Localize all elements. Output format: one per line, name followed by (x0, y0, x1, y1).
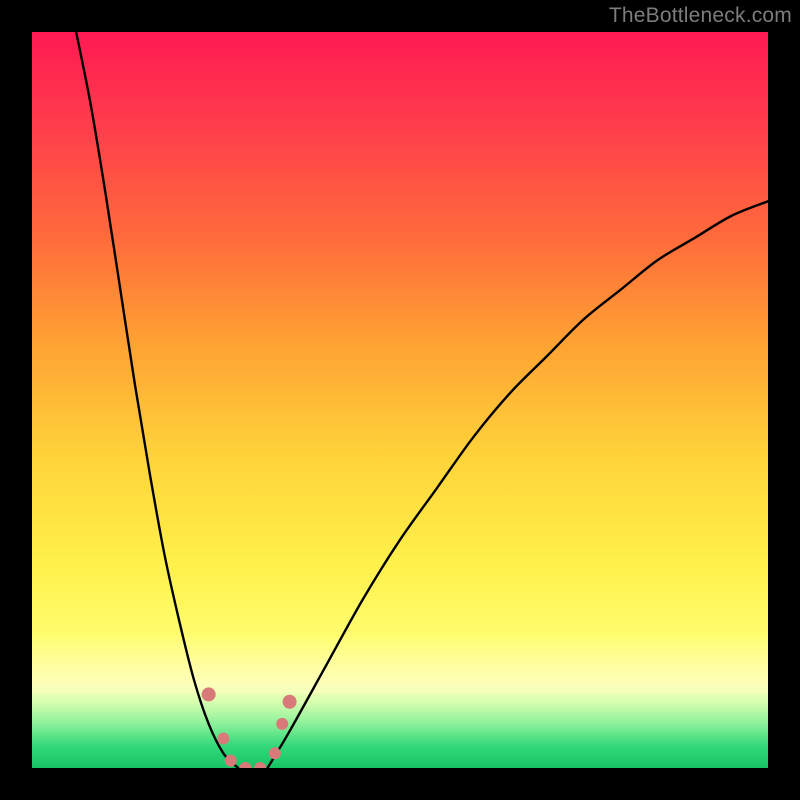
curve-layer (32, 32, 768, 768)
attribution-text: TheBottleneck.com (609, 4, 792, 28)
valley-dot (239, 762, 251, 768)
valley-dot (283, 695, 297, 709)
chart-frame: TheBottleneck.com (0, 0, 800, 800)
valley-dot (225, 755, 237, 767)
valley-dots (202, 687, 297, 768)
right-curve (268, 201, 768, 768)
valley-dot (254, 762, 266, 768)
plot-area (32, 32, 768, 768)
valley-dot (217, 733, 229, 745)
valley-dot (269, 747, 281, 759)
left-curve (76, 32, 238, 768)
valley-dot (276, 718, 288, 730)
valley-dot (202, 687, 216, 701)
